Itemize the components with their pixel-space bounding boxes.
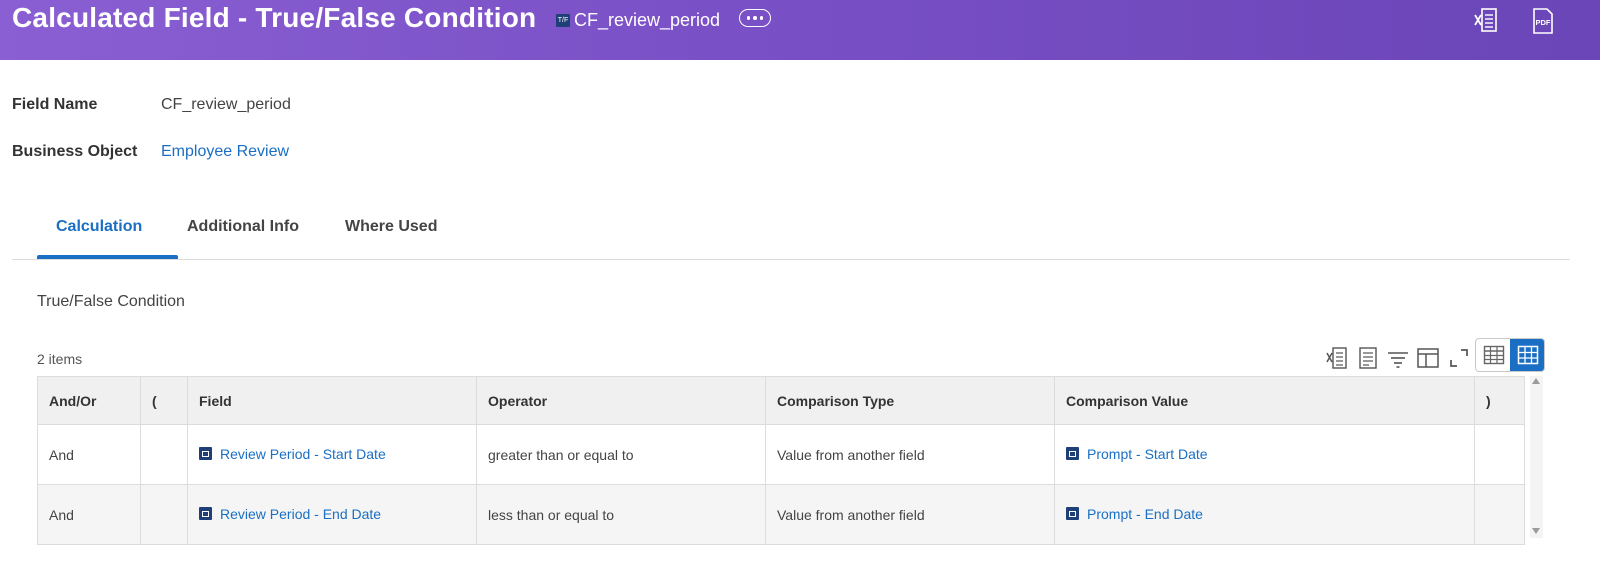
items-count: 2 items [37,351,83,367]
column-header-operator[interactable]: Operator [476,376,766,425]
page-title: Calculated Field - True/False Condition [12,2,537,33]
comparison-value-label: Prompt - Start Date [1087,445,1208,462]
comparison-value-cell: Prompt - End Date [1054,484,1475,545]
object-name-chip[interactable]: T/F CF_review_period [556,10,720,31]
excel-export-icon[interactable] [1325,346,1349,370]
column-header-comparison-type[interactable]: Comparison Type [765,376,1055,425]
tab-bar: Calculation Additional Info Where Used [12,206,1570,260]
table-view-icon [1483,345,1504,365]
print-icon[interactable] [1357,346,1379,370]
ellipsis-icon [746,16,751,20]
grid-view-button[interactable] [1510,339,1544,371]
filter-icon[interactable] [1386,349,1410,369]
tab-where-used[interactable]: Where Used [345,218,437,236]
table-row: And Review Period - End Date less than o… [37,484,1525,545]
view-toggle [1475,338,1545,372]
field-link-label: Review Period - Start Date [220,445,386,462]
pdf-export-icon[interactable]: PDF [1530,7,1556,35]
scroll-down-arrow-icon[interactable] [1532,528,1540,534]
vertical-scrollbar[interactable] [1530,376,1543,538]
tab-calculation[interactable]: Calculation [56,218,142,236]
comparison-type-cell: Value from another field [765,424,1055,485]
date-field-icon [1066,507,1079,521]
column-header-and-or[interactable]: And/Or [37,376,141,425]
page-header: Calculated Field - True/False Condition … [0,0,1600,60]
header-row: And/Or ( Field Operator Comparison Type … [37,376,1525,425]
condition-table: And/Or ( Field Operator Comparison Type … [37,376,1525,545]
active-tab-indicator [37,255,178,259]
comparison-type-cell: Value from another field [765,484,1055,545]
comparison-value-label: Prompt - End Date [1087,505,1203,522]
column-header-comparison-value[interactable]: Comparison Value [1054,376,1475,425]
field-link-label: Review Period - End Date [220,505,382,522]
related-actions-button[interactable] [739,9,771,27]
close-paren-cell [1474,484,1525,545]
open-paren-cell [140,484,188,545]
comparison-value-link[interactable]: Prompt - Start Date [1066,446,1208,462]
pdf-label: PDF [1536,18,1551,27]
scroll-up-arrow-icon[interactable] [1532,378,1540,384]
field-cell: Review Period - End Date [187,484,477,545]
and-or-cell: And [37,484,141,545]
table-row: And Review Period - Start Date greater t… [37,424,1525,485]
field-link[interactable]: Review Period - Start Date [199,446,386,462]
condition-grid: And/Or ( Field Operator Comparison Type … [37,376,1543,546]
comparison-value-cell: Prompt - Start Date [1054,424,1475,485]
true-false-type-icon: T/F [556,14,570,27]
tab-additional-info[interactable]: Additional Info [187,218,299,236]
column-header-field[interactable]: Field [187,376,477,425]
section-title: True/False Condition [37,293,185,310]
business-object-link[interactable]: Employee Review [161,143,289,161]
column-header-close-paren[interactable]: ) [1474,376,1525,425]
and-or-cell: And [37,424,141,485]
fullscreen-icon[interactable] [1448,347,1470,369]
field-name-label: Field Name [12,96,98,113]
column-header-open-paren[interactable]: ( [140,376,188,425]
date-field-icon [199,507,212,521]
operator-cell: less than or equal to [476,484,766,545]
comparison-value-link[interactable]: Prompt - End Date [1066,506,1203,522]
field-link[interactable]: Review Period - End Date [199,506,381,522]
field-cell: Review Period - Start Date [187,424,477,485]
date-field-icon [1066,447,1079,461]
open-paren-cell [140,424,188,485]
close-paren-cell [1474,424,1525,485]
field-name-value: CF_review_period [161,96,291,113]
object-name: CF_review_period [574,10,721,30]
column-chooser-icon[interactable] [1416,347,1440,369]
grid-view-icon [1517,345,1538,365]
business-object-label: Business Object [12,143,138,160]
excel-export-icon[interactable] [1473,7,1499,33]
table-view-button[interactable] [1476,339,1511,371]
date-field-icon [199,447,212,461]
operator-cell: greater than or equal to [476,424,766,485]
